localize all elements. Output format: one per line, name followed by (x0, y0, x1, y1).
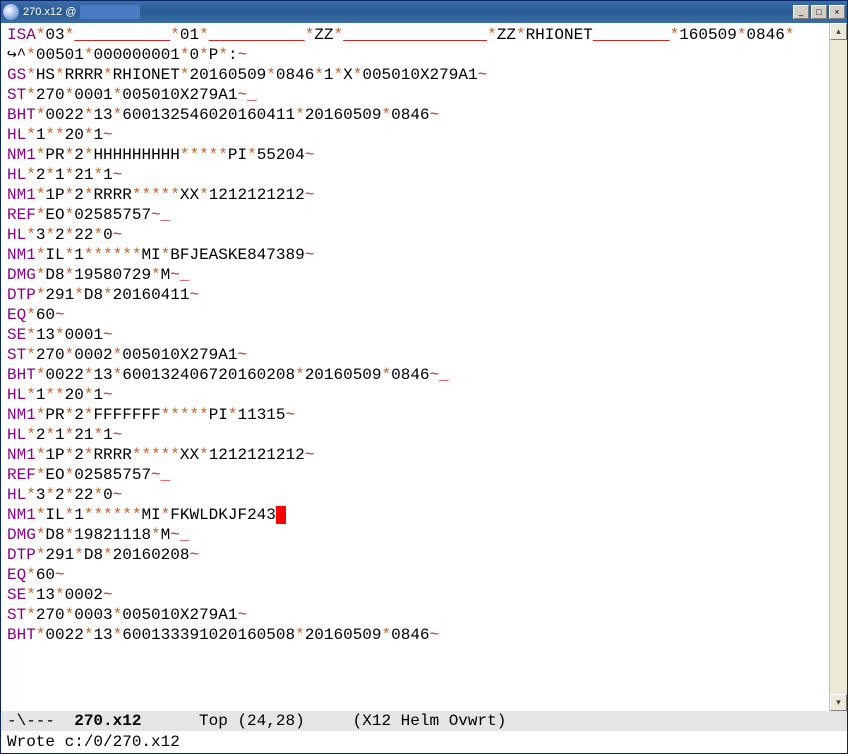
maximize-button[interactable]: □ (811, 5, 827, 19)
window-controls: _ □ × (793, 5, 847, 19)
code-line[interactable]: DTP*291*D8*20160411~ (7, 285, 823, 305)
code-line[interactable]: HL*2*1*21*1~ (7, 165, 823, 185)
code-line[interactable]: DMG*D8*19580729*M~_ (7, 265, 823, 285)
code-line[interactable]: HL*3*2*22*0~ (7, 485, 823, 505)
code-line[interactable]: DMG*D8*19821118*M~_ (7, 525, 823, 545)
close-button[interactable]: × (829, 5, 845, 19)
code-line[interactable]: REF*EO*02585757~_ (7, 205, 823, 225)
minibuffer[interactable]: Wrote c:/0/270.x12 (1, 731, 847, 753)
code-line[interactable]: NM1*1P*2*RRRR*****XX*1212121212~ (7, 445, 823, 465)
code-line[interactable]: ST*270*0001*005010X279A1~_ (7, 85, 823, 105)
code-line[interactable]: HL*1**20*1~ (7, 385, 823, 405)
scroll-down-button[interactable]: ▾ (830, 694, 847, 711)
code-line[interactable]: BHT*0022*13*600132406720160208*20160509*… (7, 365, 823, 385)
code-line[interactable]: HL*1**20*1~ (7, 125, 823, 145)
buffer-name: 270.x12 (74, 712, 141, 730)
code-line[interactable]: NM1*1P*2*RRRR*****XX*1212121212~ (7, 185, 823, 205)
title-bar[interactable]: 270.x12 @ _ □ × (1, 1, 847, 23)
code-line[interactable]: NM1*PR*2*FFFFFFF*****PI*11315~ (7, 405, 823, 425)
scroll-up-button[interactable]: ▴ (830, 23, 847, 40)
code-line[interactable]: SE*13*0002~ (7, 585, 823, 605)
code-line[interactable]: SE*13*0001~ (7, 325, 823, 345)
code-line[interactable]: HL*2*1*21*1~ (7, 425, 823, 445)
code-line[interactable]: REF*EO*02585757~_ (7, 465, 823, 485)
code-line[interactable]: NM1*IL*1******MI*FKWLDKJF243~ (7, 505, 823, 525)
window-title: 270.x12 @ (23, 6, 76, 18)
title-host-redacted (80, 5, 140, 19)
code-line[interactable]: NM1*IL*1******MI*BFJEASKE847389~ (7, 245, 823, 265)
editor-area[interactable]: ISA*03* *01* *ZZ* *ZZ*RHIONET *160509*08… (1, 23, 847, 711)
vertical-scrollbar[interactable]: ▴ ▾ (829, 23, 846, 711)
code-line[interactable]: ST*270*0003*005010X279A1~ (7, 605, 823, 625)
code-line[interactable]: GS*HS*RRRR*RHIONET*20160509*0846*1*X*005… (7, 65, 823, 85)
code-line[interactable]: EQ*60~ (7, 565, 823, 585)
mode-line: -\--- 270.x12 Top (24,28) (X12 Helm Ovwr… (1, 711, 847, 731)
minimize-button[interactable]: _ (793, 5, 809, 19)
code-line[interactable]: BHT*0022*13*600132546020160411*20160509*… (7, 105, 823, 125)
code-line[interactable]: NM1*PR*2*HHHHHHHHH*****PI*55204~ (7, 145, 823, 165)
code-line[interactable]: HL*3*2*22*0~ (7, 225, 823, 245)
app-window: 270.x12 @ _ □ × ISA*03* *01* *ZZ* *ZZ*RH… (0, 0, 848, 754)
code-line[interactable]: DTP*291*D8*20160208~ (7, 545, 823, 565)
code-line[interactable]: ↪^*00501*000000001*0*P*:~ (7, 45, 823, 65)
code-line[interactable]: ISA*03* *01* *ZZ* *ZZ*RHIONET *160509*08… (7, 25, 823, 45)
code-line[interactable]: EQ*60~ (7, 305, 823, 325)
code-line[interactable]: BHT*0022*13*600133391020160508*20160509*… (7, 625, 823, 645)
code-line[interactable]: ST*270*0002*005010X279A1~ (7, 345, 823, 365)
app-icon (3, 4, 19, 20)
